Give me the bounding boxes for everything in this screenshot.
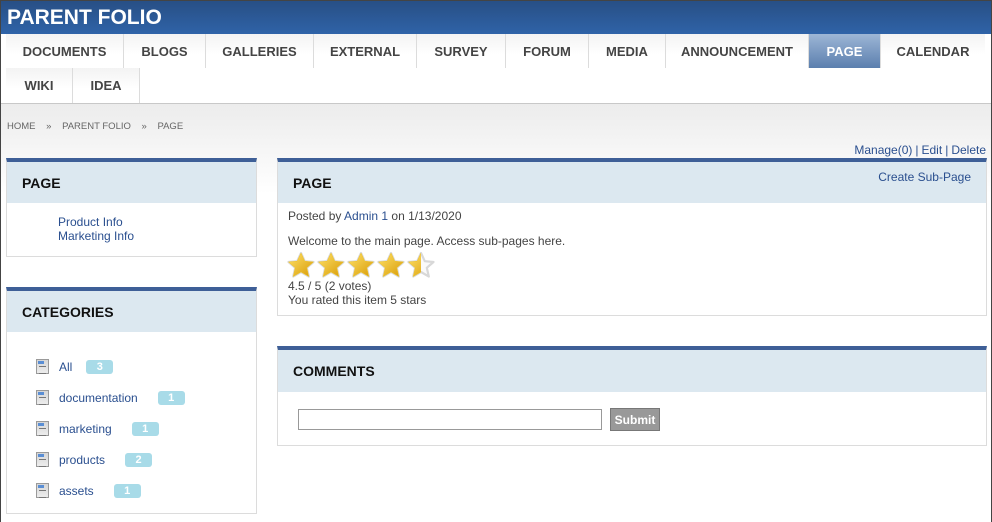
tab-page[interactable]: PAGE bbox=[809, 34, 881, 68]
count-badge: 1 bbox=[113, 483, 141, 498]
category-item[interactable]: marketing 1 bbox=[36, 413, 256, 444]
tab-calendar[interactable]: CALENDAR bbox=[881, 34, 985, 68]
star-icon[interactable] bbox=[376, 251, 406, 279]
tab-external[interactable]: EXTERNAL bbox=[314, 34, 417, 68]
tab-survey[interactable]: SURVEY bbox=[417, 34, 506, 68]
count-badge: 1 bbox=[131, 421, 159, 436]
tab-blogs[interactable]: BLOGS bbox=[124, 34, 206, 68]
document-icon bbox=[36, 390, 49, 405]
breadcrumb-home[interactable]: HOME bbox=[7, 121, 36, 132]
comment-input[interactable] bbox=[298, 409, 602, 430]
main-page-panel: PAGE Create Sub-Page Posted by Admin 1 o… bbox=[277, 158, 987, 316]
post-meta: Posted by Admin 1 on 1/13/2020 bbox=[288, 209, 976, 223]
main-page-body: Posted by Admin 1 on 1/13/2020 Welcome t… bbox=[278, 203, 986, 313]
comments-title: COMMENTS bbox=[293, 363, 375, 379]
comments-panel-header: COMMENTS bbox=[278, 350, 986, 392]
page-side-panel: PAGE Product Info Marketing Info bbox=[6, 158, 257, 257]
page-body-text: Welcome to the main page. Access sub-pag… bbox=[288, 234, 566, 248]
count-badge: 1 bbox=[157, 390, 185, 405]
breadcrumb: HOME » PARENT FOLIO » PAGE bbox=[7, 121, 191, 132]
manage-link[interactable]: Manage(0) bbox=[854, 143, 912, 157]
category-item[interactable]: All 3 bbox=[36, 351, 256, 382]
category-list: All 3 documentation 1 marketing 1 produc… bbox=[7, 332, 256, 506]
tab-media[interactable]: MEDIA bbox=[589, 34, 666, 68]
categories-title: CATEGORIES bbox=[22, 303, 114, 320]
category-item[interactable]: assets 1 bbox=[36, 475, 256, 506]
posted-date: on 1/13/2020 bbox=[391, 209, 462, 223]
user-rating-text: You rated this item 5 stars bbox=[288, 293, 427, 307]
category-item[interactable]: products 2 bbox=[36, 444, 256, 475]
category-item[interactable]: documentation 1 bbox=[36, 382, 256, 413]
category-label[interactable]: marketing bbox=[59, 422, 112, 436]
tab-galleries[interactable]: GALLERIES bbox=[206, 34, 314, 68]
page-side-panel-title: PAGE bbox=[22, 174, 61, 191]
page-side-panel-header: PAGE bbox=[7, 162, 256, 203]
tab-idea[interactable]: IDEA bbox=[73, 68, 140, 103]
star-icon[interactable] bbox=[346, 251, 376, 279]
comments-panel: COMMENTS Submit bbox=[277, 346, 987, 446]
tab-forum[interactable]: FORUM bbox=[506, 34, 589, 68]
star-icon[interactable] bbox=[286, 251, 316, 279]
action-separator: | bbox=[945, 143, 949, 157]
comment-form: Submit bbox=[278, 392, 986, 431]
category-label[interactable]: documentation bbox=[59, 391, 138, 405]
link-product-info[interactable]: Product Info bbox=[58, 215, 256, 229]
document-icon bbox=[36, 421, 49, 436]
count-badge: 2 bbox=[125, 452, 153, 467]
content-area: HOME » PARENT FOLIO » PAGE Manage(0) | Edi… bbox=[1, 104, 991, 522]
main-page-panel-header: PAGE Create Sub-Page bbox=[278, 162, 986, 203]
tab-documents[interactable]: DOCUMENTS bbox=[6, 34, 124, 68]
delete-link[interactable]: Delete bbox=[951, 143, 986, 157]
count-badge: 3 bbox=[86, 359, 114, 374]
site-header: PARENT FOLIO bbox=[1, 1, 991, 34]
main-page-title: PAGE bbox=[293, 174, 332, 191]
submit-button[interactable]: Submit bbox=[610, 408, 660, 431]
author-link[interactable]: Admin 1 bbox=[344, 209, 388, 223]
edit-link[interactable]: Edit bbox=[922, 143, 943, 157]
page-actions: Manage(0) | Edit | Delete bbox=[854, 143, 986, 157]
nav-row-1: DOCUMENTS BLOGS GALLERIES EXTERNAL SURVE… bbox=[6, 34, 991, 68]
document-icon bbox=[36, 359, 49, 374]
main-nav: DOCUMENTS BLOGS GALLERIES EXTERNAL SURVE… bbox=[1, 34, 991, 104]
sub-page-links: Product Info Marketing Info bbox=[7, 203, 256, 243]
create-sub-page-link[interactable]: Create Sub-Page bbox=[878, 170, 971, 184]
star-icon[interactable] bbox=[316, 251, 346, 279]
breadcrumb-parent-folio[interactable]: PARENT FOLIO bbox=[62, 121, 131, 132]
posted-by-label: Posted by bbox=[288, 209, 342, 223]
breadcrumb-page: PAGE bbox=[157, 121, 184, 132]
categories-panel: CATEGORIES All 3 documentation 1 marketi… bbox=[6, 287, 257, 514]
nav-row-2: WIKI IDEA bbox=[6, 68, 991, 103]
tab-announcement[interactable]: ANNOUNCEMENT bbox=[666, 34, 809, 68]
document-icon bbox=[36, 483, 49, 498]
link-marketing-info[interactable]: Marketing Info bbox=[58, 229, 256, 243]
category-label[interactable]: assets bbox=[59, 484, 94, 498]
star-icon[interactable] bbox=[406, 251, 436, 279]
breadcrumb-separator: » bbox=[46, 121, 52, 132]
site-title: PARENT FOLIO bbox=[7, 6, 162, 29]
action-separator: | bbox=[915, 143, 919, 157]
document-icon bbox=[36, 452, 49, 467]
breadcrumb-separator: » bbox=[141, 121, 147, 132]
rating-summary: 4.5 / 5 (2 votes) bbox=[288, 279, 372, 293]
star-rating[interactable] bbox=[286, 251, 976, 279]
categories-panel-header: CATEGORIES bbox=[7, 291, 256, 332]
category-label[interactable]: products bbox=[59, 453, 105, 467]
category-label[interactable]: All bbox=[59, 360, 72, 374]
tab-wiki[interactable]: WIKI bbox=[6, 68, 73, 103]
